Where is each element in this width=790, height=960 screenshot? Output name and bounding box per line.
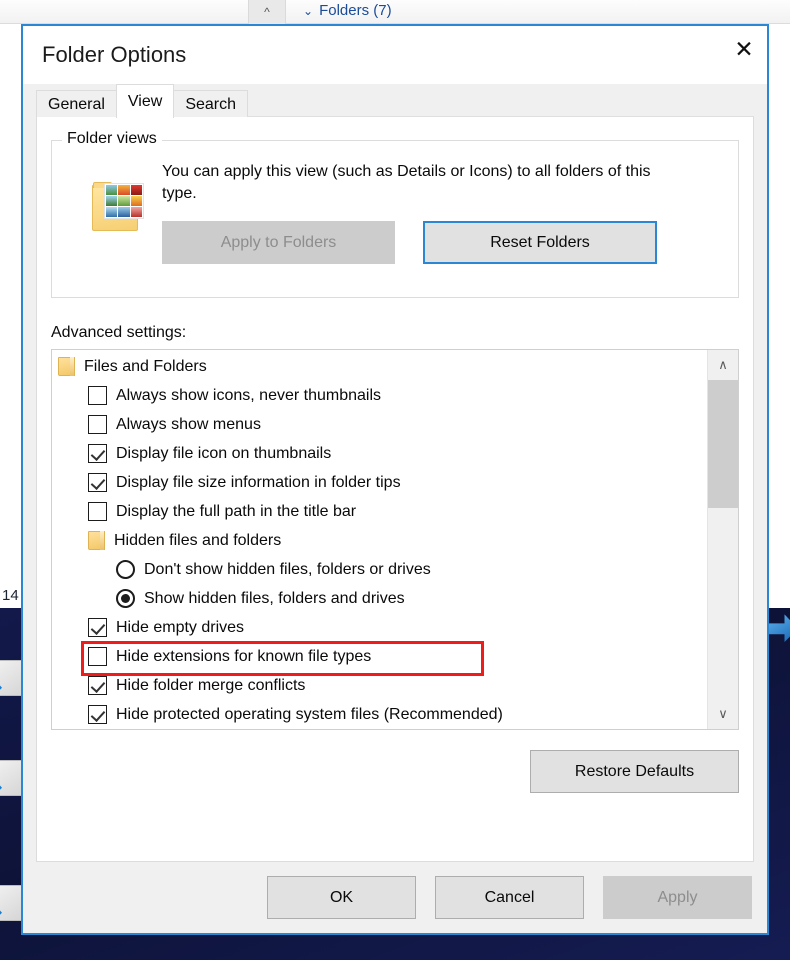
ok-button[interactable]: OK bbox=[267, 876, 416, 919]
chevron-up-icon[interactable]: ^ bbox=[248, 0, 286, 24]
explorer-folders-group-text: Folders (7) bbox=[319, 2, 392, 19]
advanced-setting-label: Always show menus bbox=[116, 415, 261, 433]
advanced-setting-row[interactable]: Display file size information in folder … bbox=[52, 468, 707, 497]
checkbox-unchecked-icon[interactable] bbox=[88, 502, 107, 521]
explorer-toolbar-strip bbox=[0, 0, 790, 24]
advanced-setting-row[interactable]: Hide protected operating system files (R… bbox=[52, 700, 707, 729]
advanced-settings-listbox: Files and Folders Always show icons, neve… bbox=[51, 349, 739, 730]
explorer-folders-group-label: ⌄ Folders (7) bbox=[303, 2, 392, 19]
scroll-down-icon[interactable]: ∨ bbox=[708, 699, 738, 729]
view-tab-page: Folder views You can apply this view (su… bbox=[36, 117, 754, 862]
advanced-setting-row[interactable]: Display the full path in the title bar bbox=[52, 497, 707, 526]
advanced-setting-label: Files and Folders bbox=[84, 357, 207, 375]
dialog-footer: OK Cancel Apply bbox=[23, 862, 767, 933]
close-icon[interactable]: ✕ bbox=[721, 26, 767, 72]
advanced-settings-list: Files and Folders Always show icons, neve… bbox=[52, 350, 707, 729]
chevron-down-icon: ⌄ bbox=[303, 4, 314, 18]
reset-folders-button[interactable]: Reset Folders bbox=[423, 221, 657, 265]
checkbox-checked-icon[interactable] bbox=[88, 444, 107, 463]
advanced-setting-label: Hide extensions for known file types bbox=[116, 647, 372, 665]
cancel-button[interactable]: Cancel bbox=[435, 876, 584, 919]
advanced-setting-row[interactable]: Files and Folders bbox=[52, 352, 707, 381]
dialog-titlebar: Folder Options ✕ bbox=[23, 26, 767, 84]
folder-icon bbox=[58, 357, 75, 376]
tab-general[interactable]: General bbox=[36, 90, 117, 117]
apply-button[interactable]: Apply bbox=[603, 876, 752, 919]
checkbox-unchecked-icon[interactable] bbox=[88, 386, 107, 405]
advanced-setting-row[interactable]: Display file icon on thumbnails bbox=[52, 439, 707, 468]
tab-view[interactable]: View bbox=[115, 84, 175, 118]
checkbox-checked-icon[interactable] bbox=[88, 473, 107, 492]
scrollbar-track[interactable] bbox=[708, 380, 738, 699]
advanced-setting-label: Hidden files and folders bbox=[114, 531, 282, 549]
scroll-up-icon[interactable]: ∧ bbox=[708, 350, 738, 380]
advanced-setting-row[interactable]: Hidden files and folders bbox=[52, 526, 707, 555]
checkbox-unchecked-icon[interactable] bbox=[88, 415, 107, 434]
advanced-setting-label: Display file icon on thumbnails bbox=[116, 444, 332, 462]
advanced-setting-row[interactable]: Show hidden files, folders and drives bbox=[52, 584, 707, 613]
desktop-shortcut-icon[interactable] bbox=[0, 885, 22, 921]
checkbox-unchecked-icon[interactable] bbox=[88, 647, 107, 666]
radio-checked-icon[interactable] bbox=[116, 589, 135, 608]
advanced-setting-label: Don't show hidden files, folders or driv… bbox=[144, 560, 431, 578]
advanced-settings-label: Advanced settings: bbox=[51, 324, 187, 341]
folder-options-dialog: Folder Options ✕ General View Search Fol… bbox=[21, 24, 769, 935]
folder-icon bbox=[88, 531, 105, 550]
advanced-setting-row[interactable]: Hide empty drives bbox=[52, 613, 707, 642]
folder-views-description: You can apply this view (such as Details… bbox=[162, 163, 651, 203]
checkbox-checked-icon[interactable] bbox=[88, 676, 107, 695]
apply-to-folders-button[interactable]: Apply to Folders bbox=[162, 221, 395, 265]
advanced-settings-scrollbar[interactable]: ∧ ∨ bbox=[707, 350, 738, 729]
advanced-setting-row[interactable]: Always show menus bbox=[52, 410, 707, 439]
advanced-setting-label: Show hidden files, folders and drives bbox=[144, 589, 405, 607]
restore-defaults-button[interactable]: Restore Defaults bbox=[530, 750, 739, 793]
advanced-setting-row[interactable]: Hide folder merge conflicts bbox=[52, 671, 707, 700]
advanced-setting-label: Display file size information in folder … bbox=[116, 473, 401, 491]
tabstrip: General View Search bbox=[23, 84, 767, 118]
dialog-title: Folder Options bbox=[42, 42, 187, 67]
folder-views-legend: Folder views bbox=[62, 130, 162, 148]
advanced-setting-label: Display the full path in the title bar bbox=[116, 502, 357, 520]
advanced-setting-label: Always show icons, never thumbnails bbox=[116, 386, 382, 404]
background-clipped-text: 14 bbox=[2, 587, 19, 604]
checkbox-checked-icon[interactable] bbox=[88, 705, 107, 724]
radio-unchecked-icon[interactable] bbox=[116, 560, 135, 579]
folder-views-group: Folder views You can apply this view (su… bbox=[51, 130, 739, 298]
chevron-up-glyph: ^ bbox=[264, 5, 270, 19]
tab-search[interactable]: Search bbox=[173, 90, 249, 117]
scrollbar-thumb[interactable] bbox=[708, 380, 738, 508]
advanced-setting-row[interactable]: Don't show hidden files, folders or driv… bbox=[52, 555, 707, 584]
checkbox-checked-icon[interactable] bbox=[88, 618, 107, 637]
advanced-setting-row[interactable]: Always show icons, never thumbnails bbox=[52, 381, 707, 410]
advanced-setting-label: Hide folder merge conflicts bbox=[116, 676, 306, 694]
desktop-shortcut-icon[interactable] bbox=[0, 660, 22, 696]
folder-with-thumbnails-icon bbox=[90, 179, 146, 235]
advanced-setting-row[interactable]: Hide extensions for known file types bbox=[52, 642, 707, 671]
advanced-setting-label: Hide protected operating system files (R… bbox=[116, 705, 503, 723]
advanced-setting-label: Hide empty drives bbox=[116, 618, 245, 636]
desktop-shortcut-icon[interactable] bbox=[0, 760, 22, 796]
